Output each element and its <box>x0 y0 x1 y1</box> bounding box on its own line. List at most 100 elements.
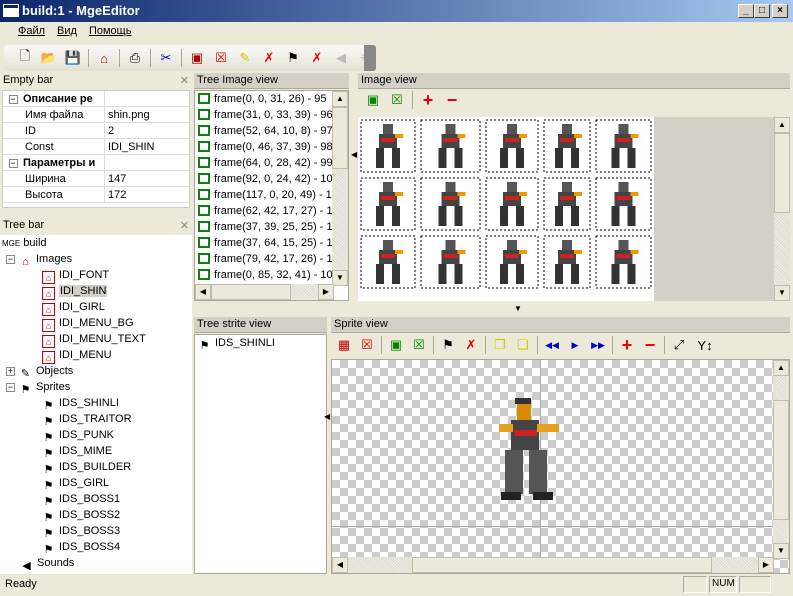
delete-image-icon[interactable]: ☒ <box>212 49 230 67</box>
zoom-out-icon[interactable]: − <box>443 90 461 110</box>
print-icon[interactable]: ⎙ <box>126 49 144 67</box>
next-frame-icon[interactable]: ▶▶ <box>589 336 607 354</box>
property-row[interactable]: Ширина 147 <box>3 171 189 187</box>
horizontal-scrollbar[interactable]: ◀ ▶ <box>332 557 774 573</box>
property-group[interactable]: − Описание ре <box>3 91 189 107</box>
tree-node-sounds[interactable]: ◀ Sounds <box>0 555 192 572</box>
property-row[interactable]: Высота 172 <box>3 187 189 203</box>
tree-item-image[interactable]: ⌂ IDI_MENU_BG <box>0 315 192 332</box>
vertical-scrollbar[interactable]: ▲ ▼ <box>773 360 789 559</box>
collapse-icon[interactable]: − <box>3 91 23 106</box>
property-row[interactable]: Const IDI_SHIN <box>3 139 189 155</box>
frame-list-item[interactable]: frame(64, 0, 28, 42) - 99 <box>195 155 334 171</box>
tree-item-sprite[interactable]: ⚑ IDS_TRAITOR <box>0 411 192 428</box>
tree-item-image[interactable]: ⌂ IDI_MENU_TEXT <box>0 331 192 348</box>
build-icon[interactable]: ⌂ <box>95 49 113 67</box>
frame-list-item[interactable]: frame(117, 0, 20, 49) - 1 <box>195 187 334 203</box>
frame-list-item[interactable]: frame(79, 42, 17, 26) - 1 <box>195 251 334 267</box>
zoom-out-icon[interactable]: − <box>641 335 659 355</box>
tree-item-sprite[interactable]: ⚑ IDS_BUILDER <box>0 459 192 476</box>
tree-item-image[interactable]: ⌂ IDI_SHIN <box>0 283 192 300</box>
tree-item-image[interactable]: ⌂ IDI_GIRL <box>0 299 192 316</box>
close-button[interactable]: × <box>772 4 788 18</box>
add-sprite-icon[interactable]: ⚑ <box>284 49 302 67</box>
add-sound-icon[interactable]: ◀ <box>332 49 350 67</box>
toolbar-overflow-button[interactable] <box>364 45 376 71</box>
zoom-in-icon[interactable]: + <box>419 90 437 110</box>
close-icon[interactable]: ✕ <box>180 219 189 232</box>
frame-list-item[interactable]: frame(0, 85, 32, 41) - 10 <box>195 267 334 283</box>
frame-list-item[interactable]: frame(0, 46, 37, 39) - 98 <box>195 139 334 155</box>
minimize-button[interactable]: _ <box>738 4 754 18</box>
delete-frame-icon[interactable]: ☒ <box>388 91 406 109</box>
delete-sprite-frame-icon[interactable]: ☒ <box>358 336 376 354</box>
add-image-icon[interactable]: ▣ <box>188 49 206 67</box>
send-backward-icon[interactable]: ❏ <box>514 336 532 354</box>
tree-node-images[interactable]: − ⌂ Images <box>0 251 192 268</box>
tree-item-sprite[interactable]: ⚑ IDS_BOSS1 <box>0 491 192 508</box>
property-value[interactable]: shin.png <box>105 107 150 122</box>
close-icon[interactable]: ✕ <box>180 74 189 87</box>
property-value[interactable]: IDI_SHIN <box>105 139 154 154</box>
splitter-arrow-icon[interactable]: ◀ <box>351 150 357 159</box>
add-frame-icon[interactable]: ▣ <box>387 336 405 354</box>
delete-object-icon[interactable]: ✗ <box>260 49 278 67</box>
previous-frame-icon[interactable]: ◀◀ <box>543 336 561 354</box>
property-row[interactable]: ID 2 <box>3 123 189 139</box>
tree-node-sprites[interactable]: − ⚑ Sprites <box>0 379 192 396</box>
new-icon[interactable]: 🗋 <box>16 48 34 67</box>
frame-list-item[interactable]: frame(62, 42, 17, 27) - 1 <box>195 203 334 219</box>
tree-item-sprite[interactable]: ⚑ IDS_BOSS3 <box>0 523 192 540</box>
tree-item-sprite[interactable]: ⚑ IDS_BOSS2 <box>0 507 192 524</box>
property-group[interactable]: − Параметры и <box>3 155 189 171</box>
tree-item-sprite[interactable]: ⚑ IDS_BOSS4 <box>0 539 192 556</box>
frame-list-item[interactable]: frame(0, 0, 31, 26) - 95 <box>195 91 334 107</box>
flip-x-icon[interactable]: ⤢ <box>670 336 688 354</box>
tree-item-image[interactable]: ⌂ IDI_FONT <box>0 267 192 284</box>
tree-item-label: IDS_TRAITOR <box>59 413 132 425</box>
tree-item-image[interactable]: ⌂ IDI_MENU <box>0 347 192 364</box>
tree-node-objects[interactable]: + ✎ Objects <box>0 363 192 380</box>
open-icon[interactable]: 📂 <box>40 49 58 67</box>
add-frame-icon[interactable]: ▣ <box>364 91 382 109</box>
frame-list-item[interactable]: frame(31, 0, 33, 39) - 96 <box>195 107 334 123</box>
tree-item-sprite[interactable]: ⚑ IDS_PUNK <box>0 427 192 444</box>
maximize-button[interactable]: □ <box>754 4 770 18</box>
menu-view[interactable]: Вид <box>57 25 77 42</box>
property-value[interactable]: 147 <box>105 171 126 186</box>
frame-list-item[interactable]: frame(52, 64, 10, 8) - 97 <box>195 123 334 139</box>
tree-item-sprite[interactable]: ⚑ IDS_GIRL <box>0 475 192 492</box>
frame-list-item[interactable]: frame(37, 39, 25, 25) - 1 <box>195 219 334 235</box>
delete-animation-icon[interactable]: ✗ <box>462 336 480 354</box>
vertical-scrollbar[interactable]: ▲ ▼ <box>332 91 348 286</box>
menu-help[interactable]: Помощь <box>89 25 132 42</box>
property-value[interactable]: 172 <box>105 187 126 202</box>
delete-frame-icon[interactable]: ☒ <box>410 336 428 354</box>
bring-forward-icon[interactable]: ❐ <box>491 336 509 354</box>
save-icon[interactable]: 💾 <box>64 49 82 67</box>
add-sprite-frame-icon[interactable]: ▦ <box>335 336 353 354</box>
property-value[interactable]: 2 <box>105 123 114 138</box>
flip-y-icon[interactable]: Y ↕ <box>693 336 717 354</box>
tree-item-sprite[interactable]: ⚑ IDS_SHINLI <box>0 395 192 412</box>
zoom-in-icon[interactable]: + <box>618 335 636 355</box>
tree-item-sprite[interactable]: ⚑ IDS_MIME <box>0 443 192 460</box>
sprite-canvas[interactable]: ▲ ▼ ◀ ▶ <box>331 359 790 574</box>
play-icon[interactable]: ▶ <box>566 336 584 354</box>
splitter-arrow-icon[interactable]: ▼ <box>514 304 522 313</box>
delete-sprite-icon[interactable]: ✗ <box>308 49 326 67</box>
sprite-list-item[interactable]: ⚑ IDS_SHINLI <box>195 335 326 352</box>
horizontal-scrollbar[interactable]: ◀ ▶ <box>195 284 334 300</box>
frame-list-item[interactable]: frame(92, 0, 24, 42) - 100 <box>195 171 334 187</box>
property-row[interactable]: Имя файла shin.png <box>3 107 189 123</box>
collapse-icon[interactable]: − <box>3 155 23 170</box>
add-object-icon[interactable]: ✎ <box>236 49 254 67</box>
vertical-scrollbar[interactable]: ▲ ▼ <box>774 117 790 301</box>
add-animation-icon[interactable]: ⚑ <box>439 336 457 354</box>
image-canvas[interactable]: ▲ ▼ <box>358 117 790 301</box>
frame-list-item[interactable]: frame(37, 64, 15, 25) - 1 <box>195 235 334 251</box>
tree-root[interactable]: MGE build <box>0 235 192 251</box>
menu-file[interactable]: Файл <box>18 25 45 42</box>
splitter-arrow-icon[interactable]: ◀ <box>324 412 330 421</box>
cut-icon[interactable]: ✂ <box>157 49 175 67</box>
